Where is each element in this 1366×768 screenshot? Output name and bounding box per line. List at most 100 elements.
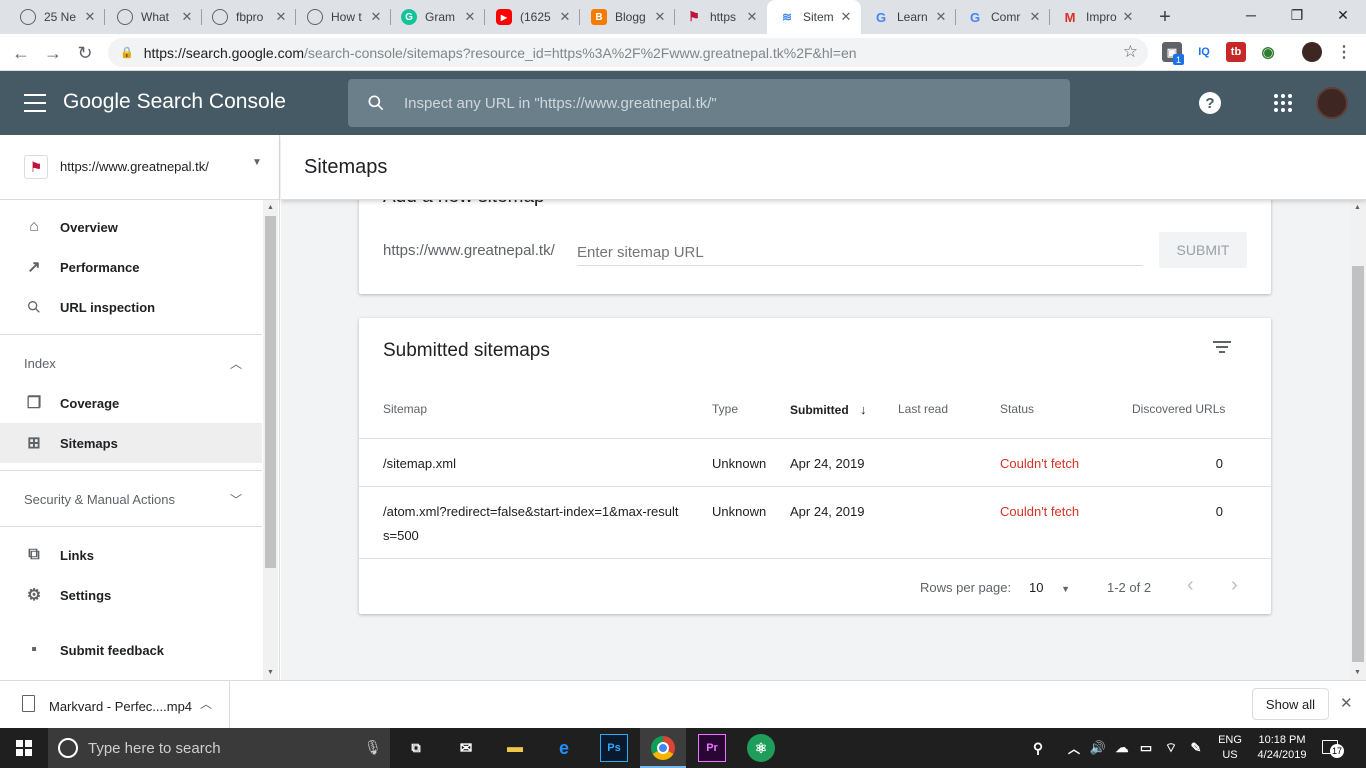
browser-tab[interactable]: ⚑ https ✕ [674, 0, 767, 34]
wifi-icon[interactable]: ⌔ [1157, 734, 1185, 762]
maximize-icon[interactable]: ❐ [1274, 0, 1320, 30]
browser-tab[interactable]: ▶ (1625 ✕ [484, 0, 580, 34]
rows-per-page-select[interactable]: 10 ▼ [1029, 580, 1070, 595]
close-tab-icon[interactable]: ✕ [463, 9, 477, 25]
submitted-sitemaps-card: Submitted sitemaps Sitemap Type Submitte… [359, 318, 1271, 614]
close-tab-icon[interactable]: ✕ [369, 9, 383, 25]
nav-settings[interactable]: ⚙ Settings [0, 575, 262, 615]
table-row[interactable]: /sitemap.xml Unknown Apr 24, 2019 Couldn… [359, 439, 1271, 487]
tb-extension-icon[interactable]: tb [1226, 42, 1246, 62]
atom-app-icon[interactable]: ⚛ [747, 734, 775, 762]
chevron-up-icon[interactable]: ︿ [200, 695, 212, 712]
iq-extension-icon[interactable]: IQ [1194, 42, 1214, 62]
close-tab-icon[interactable]: ✕ [653, 9, 667, 25]
property-url: https://www.greatnepal.tk/ [60, 159, 209, 174]
nav-section-security[interactable]: Security & Manual Actions ﹀ [0, 479, 262, 519]
close-window-icon[interactable]: ✕ [1320, 0, 1366, 30]
nav-coverage[interactable]: ❐ Coverage [0, 383, 262, 423]
taskbar-chrome-active[interactable] [640, 728, 686, 768]
mail-icon[interactable]: ✉ [452, 734, 480, 762]
file-explorer-icon[interactable]: ▬ [501, 734, 529, 762]
browser-tab[interactable]: B Blogg ✕ [579, 0, 675, 34]
cell-discovered: 0 [1215, 504, 1223, 519]
browser-tab[interactable]: G Learn ✕ [861, 0, 956, 34]
submit-button[interactable]: SUBMIT [1159, 232, 1247, 268]
hamburger-menu-icon[interactable] [24, 91, 46, 115]
nav-performance[interactable]: ↗ Performance [0, 247, 262, 287]
column-header-last-read[interactable]: Last read [898, 402, 948, 416]
previous-page-icon[interactable]: ‹ [1187, 574, 1194, 597]
reload-icon[interactable]: ↻ [72, 40, 98, 66]
sidebar-scrollbar[interactable]: ▲ ▼ [263, 200, 278, 680]
filter-icon[interactable] [1213, 338, 1233, 356]
nav-submit-feedback[interactable]: ▪ Submit feedback [0, 630, 262, 670]
new-tab-icon[interactable]: + [1152, 4, 1178, 30]
close-tab-icon[interactable]: ✕ [934, 9, 948, 25]
browser-tab[interactable]: G Comr ✕ [955, 0, 1050, 34]
next-page-icon[interactable]: › [1231, 574, 1238, 597]
account-avatar[interactable] [1316, 87, 1348, 119]
notification-center-icon[interactable]: 17 [1322, 738, 1344, 758]
profile-avatar[interactable] [1302, 42, 1322, 62]
browser-tab[interactable]: How t ✕ [295, 0, 391, 34]
bookmark-star-icon[interactable]: ☆ [1123, 42, 1138, 62]
nav-sitemaps[interactable]: ⊞ Sitemaps [0, 423, 262, 463]
globe-extension-icon[interactable]: ◉ [1258, 42, 1278, 62]
apps-grid-icon[interactable] [1274, 94, 1292, 112]
task-view-icon[interactable]: ⧉ [402, 734, 430, 762]
close-tab-icon[interactable]: ✕ [1028, 9, 1042, 25]
product-logo[interactable]: Google Search Console [63, 90, 286, 114]
browser-tab-active[interactable]: ≋ Sitem ✕ [767, 0, 861, 34]
browser-tab[interactable]: 25 Ne ✕ [8, 0, 105, 34]
microphone-icon[interactable]: 🎙 [364, 739, 382, 756]
column-header-submitted[interactable]: Submitted ↓ [790, 402, 867, 417]
close-tab-icon[interactable]: ✕ [274, 9, 288, 25]
url-inspection-search[interactable] [348, 79, 1070, 127]
nav-links[interactable]: ⧉ Links [0, 535, 262, 575]
close-tab-icon[interactable]: ✕ [558, 9, 572, 25]
edge-icon[interactable]: e [550, 734, 578, 762]
close-tab-icon[interactable]: ✕ [839, 9, 853, 25]
column-header-type[interactable]: Type [712, 402, 738, 416]
table-row[interactable]: /atom.xml?redirect=false&start-index=1&m… [359, 487, 1271, 559]
close-tab-icon[interactable]: ✕ [180, 9, 194, 25]
taskbar-search-placeholder: Type here to search [88, 740, 221, 757]
close-tab-icon[interactable]: ✕ [1121, 9, 1135, 25]
dropdown-arrow-icon[interactable]: ▼ [252, 157, 262, 168]
show-all-button[interactable]: Show all [1252, 688, 1329, 720]
help-icon[interactable]: ? [1199, 92, 1221, 114]
column-header-discovered[interactable]: Discovered URLs [1132, 402, 1225, 416]
close-tab-icon[interactable]: ✕ [83, 9, 97, 25]
browser-tab-strip: 25 Ne ✕ What ✕ fbpro ✕ How t ✕ G Gram ✕ … [0, 0, 1366, 34]
sitemap-url-input[interactable] [577, 240, 1143, 266]
browser-tab[interactable]: M Impro ✕ [1050, 0, 1143, 34]
chrome-menu-icon[interactable]: ⋮ [1334, 42, 1354, 62]
nav-url-inspection[interactable]: URL inspection [0, 287, 262, 327]
address-bar[interactable]: 🔒 https://search.google.com/search-conso… [108, 38, 1148, 67]
column-header-sitemap[interactable]: Sitemap [383, 402, 427, 416]
browser-tab[interactable]: What ✕ [105, 0, 202, 34]
pen-workspace-icon[interactable]: ✎ [1182, 734, 1210, 762]
windows-start-icon[interactable] [10, 734, 38, 762]
column-header-status[interactable]: Status [1000, 402, 1034, 416]
back-icon[interactable]: ← [8, 40, 34, 66]
close-tab-icon[interactable]: ✕ [745, 9, 759, 25]
premiere-icon[interactable]: Pr [698, 734, 726, 762]
download-item[interactable]: Markvard - Perfec....mp4 ︿ [0, 681, 230, 729]
property-selector[interactable]: ⚑ https://www.greatnepal.tk/ ▼ [0, 135, 280, 200]
close-download-bar-icon[interactable]: ✕ [1340, 694, 1353, 712]
page-scrollbar[interactable]: ▲ ▼ [1350, 200, 1366, 680]
browser-tab[interactable]: fbpro ✕ [200, 0, 296, 34]
people-icon[interactable]: ⚲ [1024, 734, 1052, 762]
browser-tab[interactable]: G Gram ✕ [389, 0, 485, 34]
clock[interactable]: 10:18 PM 4/24/2019 [1250, 733, 1314, 763]
language-indicator[interactable]: ENG US [1212, 733, 1248, 763]
nav-section-index[interactable]: Index ︿ [0, 343, 262, 383]
nav-overview[interactable]: ⌂ Overview [0, 207, 262, 247]
photoshop-icon[interactable]: Ps [600, 734, 628, 762]
minimize-icon[interactable]: ─ [1228, 0, 1274, 30]
search-input[interactable] [404, 94, 1044, 112]
battery-icon[interactable]: ▭ [1132, 734, 1160, 762]
forward-icon[interactable]: → [40, 40, 66, 66]
taskbar-search-box[interactable]: Type here to search 🎙 [48, 728, 390, 768]
